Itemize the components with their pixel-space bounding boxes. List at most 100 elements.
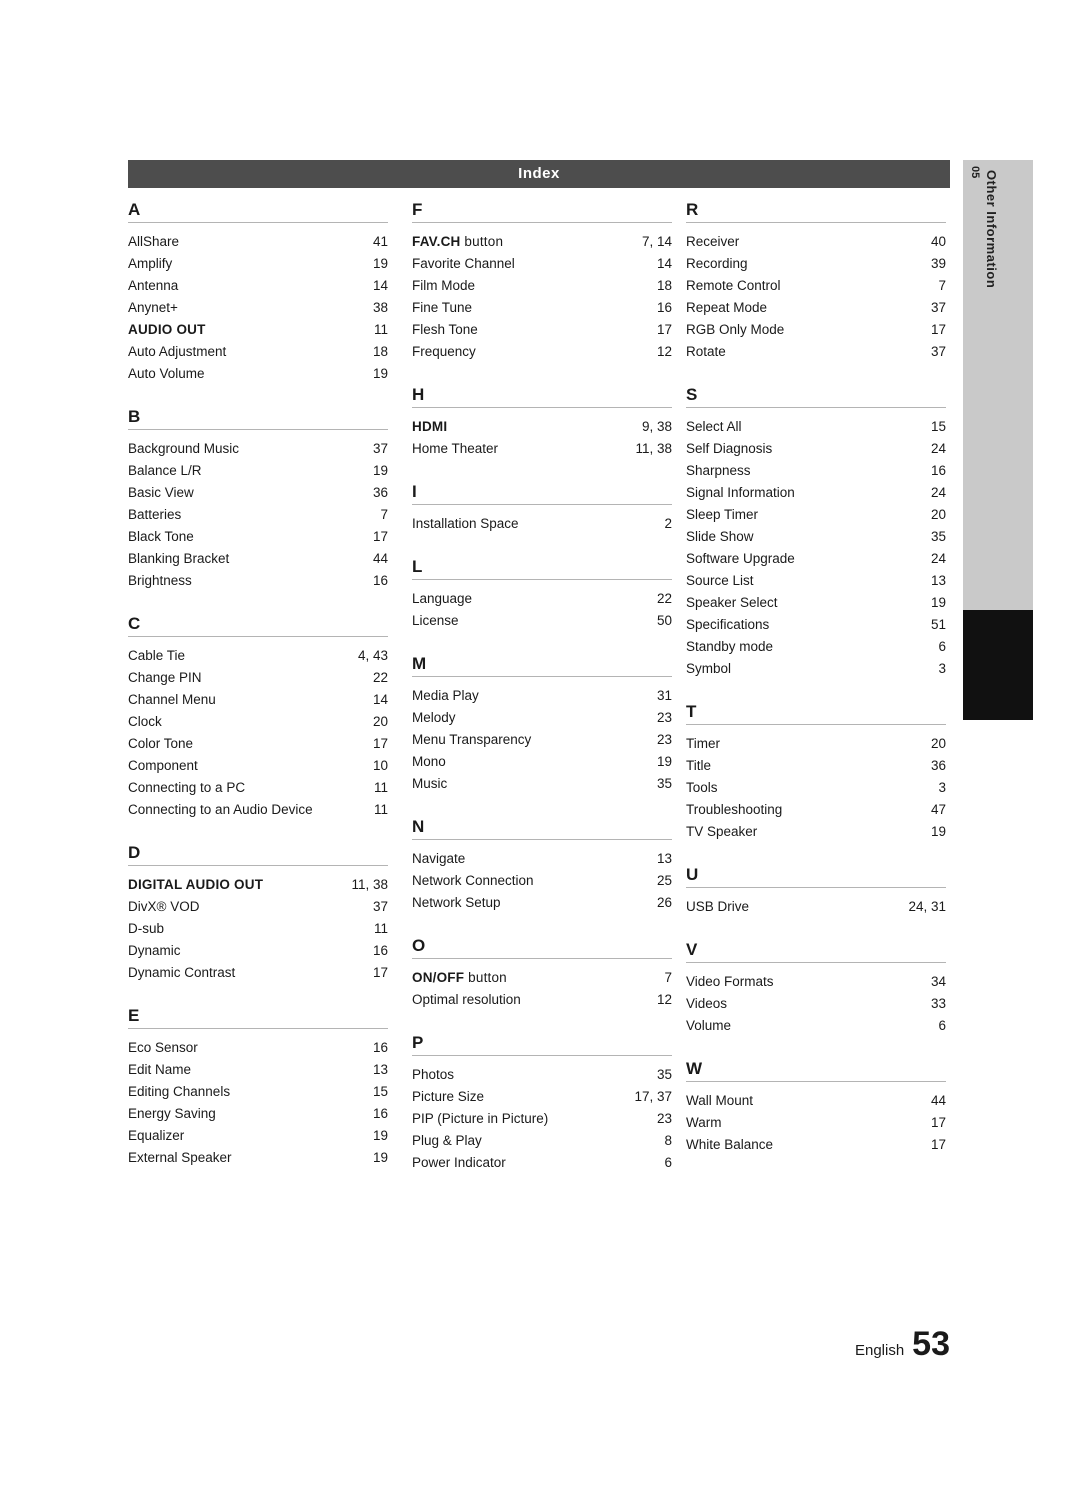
index-entry[interactable]: Fine Tune 16: [412, 297, 672, 319]
index-entry[interactable]: Power Indicator 6: [412, 1152, 672, 1174]
index-entry[interactable]: FAV.CH button 7, 14: [412, 231, 672, 253]
index-entry[interactable]: Slide Show 35: [686, 526, 946, 548]
index-entry[interactable]: Warm 17: [686, 1112, 946, 1134]
index-entry[interactable]: USB Drive 24, 31: [686, 896, 946, 918]
index-entry[interactable]: Connecting to an Audio Device 11: [128, 799, 388, 821]
index-entry[interactable]: Signal Information 24: [686, 482, 946, 504]
index-entry[interactable]: Mono 19: [412, 751, 672, 773]
index-entry[interactable]: Balance L/R 19: [128, 460, 388, 482]
index-entry[interactable]: Volume 6: [686, 1015, 946, 1037]
index-entry[interactable]: TV Speaker 19: [686, 821, 946, 843]
index-entry[interactable]: Editing Channels 15: [128, 1081, 388, 1103]
index-entry[interactable]: ON/OFF button 7: [412, 967, 672, 989]
index-entry[interactable]: Blanking Bracket 44: [128, 548, 388, 570]
index-entry[interactable]: Troubleshooting 47: [686, 799, 946, 821]
index-entry[interactable]: Amplify 19: [128, 253, 388, 275]
index-entry[interactable]: Edit Name 13: [128, 1059, 388, 1081]
index-entry-page: 17: [930, 322, 946, 337]
index-entry[interactable]: Energy Saving 16: [128, 1103, 388, 1125]
index-entry-term-text: PIP (Picture in Picture): [412, 1111, 549, 1126]
index-entry[interactable]: Melody 23: [412, 707, 672, 729]
index-entry[interactable]: Picture Size 17, 37: [412, 1086, 672, 1108]
index-entry[interactable]: Optimal resolution 12: [412, 989, 672, 1011]
index-entry[interactable]: Change PIN 22: [128, 667, 388, 689]
index-entry[interactable]: Equalizer 19: [128, 1125, 388, 1147]
index-entry[interactable]: Cable Tie 4, 43: [128, 645, 388, 667]
index-entry[interactable]: Speaker Select 19: [686, 592, 946, 614]
index-entry[interactable]: Connecting to a PC 11: [128, 777, 388, 799]
index-entry[interactable]: Color Tone 17: [128, 733, 388, 755]
index-entry[interactable]: Select All 15: [686, 416, 946, 438]
index-entry[interactable]: DivX® VOD 37: [128, 896, 388, 918]
index-entry-term-text: Specifications: [686, 617, 770, 632]
index-entry[interactable]: Recording 39: [686, 253, 946, 275]
index-entry[interactable]: Source List 13: [686, 570, 946, 592]
index-header-band: Index: [128, 160, 950, 188]
index-entry[interactable]: Frequency 12: [412, 341, 672, 363]
index-entry[interactable]: Eco Sensor 16: [128, 1037, 388, 1059]
index-entry[interactable]: Title 36: [686, 755, 946, 777]
index-entry[interactable]: Navigate 13: [412, 848, 672, 870]
index-entry[interactable]: Receiver 40: [686, 231, 946, 253]
index-entry[interactable]: Auto Volume 19: [128, 363, 388, 385]
index-entry[interactable]: DIGITAL AUDIO OUT 11, 38: [128, 874, 388, 896]
index-entry[interactable]: Background Music 37: [128, 438, 388, 460]
index-entry[interactable]: Repeat Mode 37: [686, 297, 946, 319]
index-entry[interactable]: Menu Transparency 23: [412, 729, 672, 751]
index-entry[interactable]: Clock 20: [128, 711, 388, 733]
index-entry[interactable]: License 50: [412, 610, 672, 632]
index-entry[interactable]: Favorite Channel 14: [412, 253, 672, 275]
index-entry[interactable]: Installation Space 2: [412, 513, 672, 535]
index-entry[interactable]: Network Setup 26: [412, 892, 672, 914]
index-entry[interactable]: Rotate 37: [686, 341, 946, 363]
index-entry[interactable]: Antenna 14: [128, 275, 388, 297]
index-entry[interactable]: AUDIO OUT 11: [128, 319, 388, 341]
index-entry[interactable]: Photos 35: [412, 1064, 672, 1086]
index-entry[interactable]: White Balance 17: [686, 1134, 946, 1156]
index-entry[interactable]: HDMI 9, 38: [412, 416, 672, 438]
index-entry[interactable]: Basic View 36: [128, 482, 388, 504]
index-entry[interactable]: Network Connection 25: [412, 870, 672, 892]
index-letter-heading: A: [128, 200, 141, 219]
index-entry[interactable]: Remote Control 7: [686, 275, 946, 297]
index-entry[interactable]: Dynamic 16: [128, 940, 388, 962]
index-entry[interactable]: D-sub 11: [128, 918, 388, 940]
index-entry[interactable]: Sleep Timer 20: [686, 504, 946, 526]
index-entry[interactable]: PIP (Picture in Picture) 23: [412, 1108, 672, 1130]
index-entry-page: 18: [656, 278, 672, 293]
index-entry[interactable]: Auto Adjustment 18: [128, 341, 388, 363]
index-entry[interactable]: Anynet+ 38: [128, 297, 388, 319]
index-entry[interactable]: Wall Mount 44: [686, 1090, 946, 1112]
index-entry[interactable]: Software Upgrade 24: [686, 548, 946, 570]
index-entry[interactable]: Symbol 3: [686, 658, 946, 680]
index-entry[interactable]: Tools 3: [686, 777, 946, 799]
index-entry[interactable]: Media Play 31: [412, 685, 672, 707]
index-entry[interactable]: Brightness 16: [128, 570, 388, 592]
index-entry[interactable]: Black Tone 17: [128, 526, 388, 548]
index-entry[interactable]: RGB Only Mode 17: [686, 319, 946, 341]
index-entry[interactable]: Video Formats 34: [686, 971, 946, 993]
index-entry[interactable]: Dynamic Contrast 17: [128, 962, 388, 984]
index-entry[interactable]: External Speaker 19: [128, 1147, 388, 1169]
index-entry[interactable]: Music 35: [412, 773, 672, 795]
index-entry-term-text: Energy Saving: [128, 1106, 216, 1121]
index-entry[interactable]: Self Diagnosis 24: [686, 438, 946, 460]
index-entry[interactable]: Standby mode 6: [686, 636, 946, 658]
index-entry[interactable]: Videos 33: [686, 993, 946, 1015]
index-column-2: F FAV.CH button 7, 14 Favorite Channel 14 Fil…: [412, 200, 672, 1174]
index-entry[interactable]: Sharpness 16: [686, 460, 946, 482]
index-entry[interactable]: Flesh Tone 17: [412, 319, 672, 341]
index-entry[interactable]: Channel Menu 14: [128, 689, 388, 711]
index-entry[interactable]: AllShare 41: [128, 231, 388, 253]
index-entry-page: 25: [656, 873, 672, 888]
index-entry[interactable]: Plug & Play 8: [412, 1130, 672, 1152]
index-entry[interactable]: Film Mode 18: [412, 275, 672, 297]
index-entry[interactable]: Component 10: [128, 755, 388, 777]
index-entry[interactable]: Batteries 7: [128, 504, 388, 526]
index-entry-term-text: Plug & Play: [412, 1133, 482, 1148]
index-entry[interactable]: Timer 20: [686, 733, 946, 755]
index-entry[interactable]: Home Theater 11, 38: [412, 438, 672, 460]
index-entry[interactable]: Language 22: [412, 588, 672, 610]
index-entry[interactable]: Specifications 51: [686, 614, 946, 636]
index-entry-term-text: Warm: [686, 1115, 722, 1130]
